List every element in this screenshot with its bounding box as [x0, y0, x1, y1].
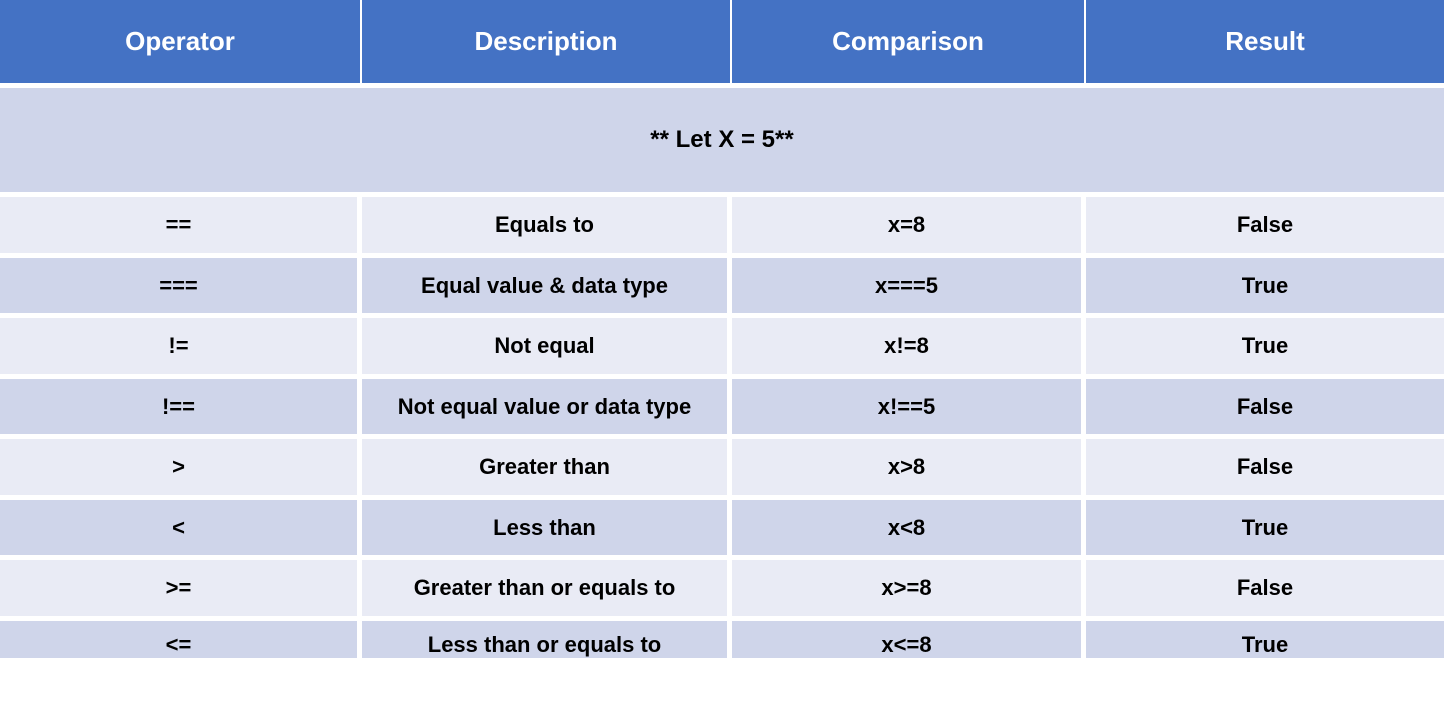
- col-header-description: Description: [362, 0, 732, 83]
- cell-operator: !==: [0, 379, 362, 435]
- cell-result: False: [1086, 439, 1444, 495]
- col-header-operator: Operator: [0, 0, 362, 83]
- table-row: != Not equal x!=8 True: [0, 313, 1444, 374]
- cell-description: Not equal: [362, 318, 732, 374]
- cell-result: True: [1086, 500, 1444, 556]
- comparison-operators-table: Operator Description Comparison Result *…: [0, 0, 1444, 658]
- cell-result: True: [1086, 621, 1444, 658]
- assumption-banner: ** Let X = 5**: [0, 83, 1444, 192]
- cell-comparison: x!=8: [732, 318, 1086, 374]
- table-row: > Greater than x>8 False: [0, 434, 1444, 495]
- table-row: === Equal value & data type x===5 True: [0, 253, 1444, 314]
- cell-comparison: x!==5: [732, 379, 1086, 435]
- cell-result: True: [1086, 318, 1444, 374]
- cell-result: False: [1086, 379, 1444, 435]
- cell-result: True: [1086, 258, 1444, 314]
- cell-description: Equals to: [362, 197, 732, 253]
- cell-comparison: x>=8: [732, 560, 1086, 616]
- table-row: == Equals to x=8 False: [0, 192, 1444, 253]
- cell-description: Greater than: [362, 439, 732, 495]
- cell-comparison: x>8: [732, 439, 1086, 495]
- cell-operator: >=: [0, 560, 362, 616]
- cell-comparison: x<=8: [732, 621, 1086, 658]
- table-row: !== Not equal value or data type x!==5 F…: [0, 374, 1444, 435]
- cell-operator: ===: [0, 258, 362, 314]
- table-row: <= Less than or equals to x<=8 True: [0, 616, 1444, 658]
- col-header-result: Result: [1086, 0, 1444, 83]
- cell-operator: >: [0, 439, 362, 495]
- cell-comparison: x=8: [732, 197, 1086, 253]
- cell-operator: <: [0, 500, 362, 556]
- cell-operator: <=: [0, 621, 362, 658]
- table-row: < Less than x<8 True: [0, 495, 1444, 556]
- cell-comparison: x<8: [732, 500, 1086, 556]
- cell-operator: ==: [0, 197, 362, 253]
- cell-result: False: [1086, 560, 1444, 616]
- cell-operator: !=: [0, 318, 362, 374]
- table-header-row: Operator Description Comparison Result: [0, 0, 1444, 83]
- col-header-comparison: Comparison: [732, 0, 1086, 83]
- cell-comparison: x===5: [732, 258, 1086, 314]
- cell-description: Equal value & data type: [362, 258, 732, 314]
- table-row: >= Greater than or equals to x>=8 False: [0, 555, 1444, 616]
- cell-description: Less than or equals to: [362, 621, 732, 658]
- cell-result: False: [1086, 197, 1444, 253]
- cell-description: Less than: [362, 500, 732, 556]
- cell-description: Not equal value or data type: [362, 379, 732, 435]
- cell-description: Greater than or equals to: [362, 560, 732, 616]
